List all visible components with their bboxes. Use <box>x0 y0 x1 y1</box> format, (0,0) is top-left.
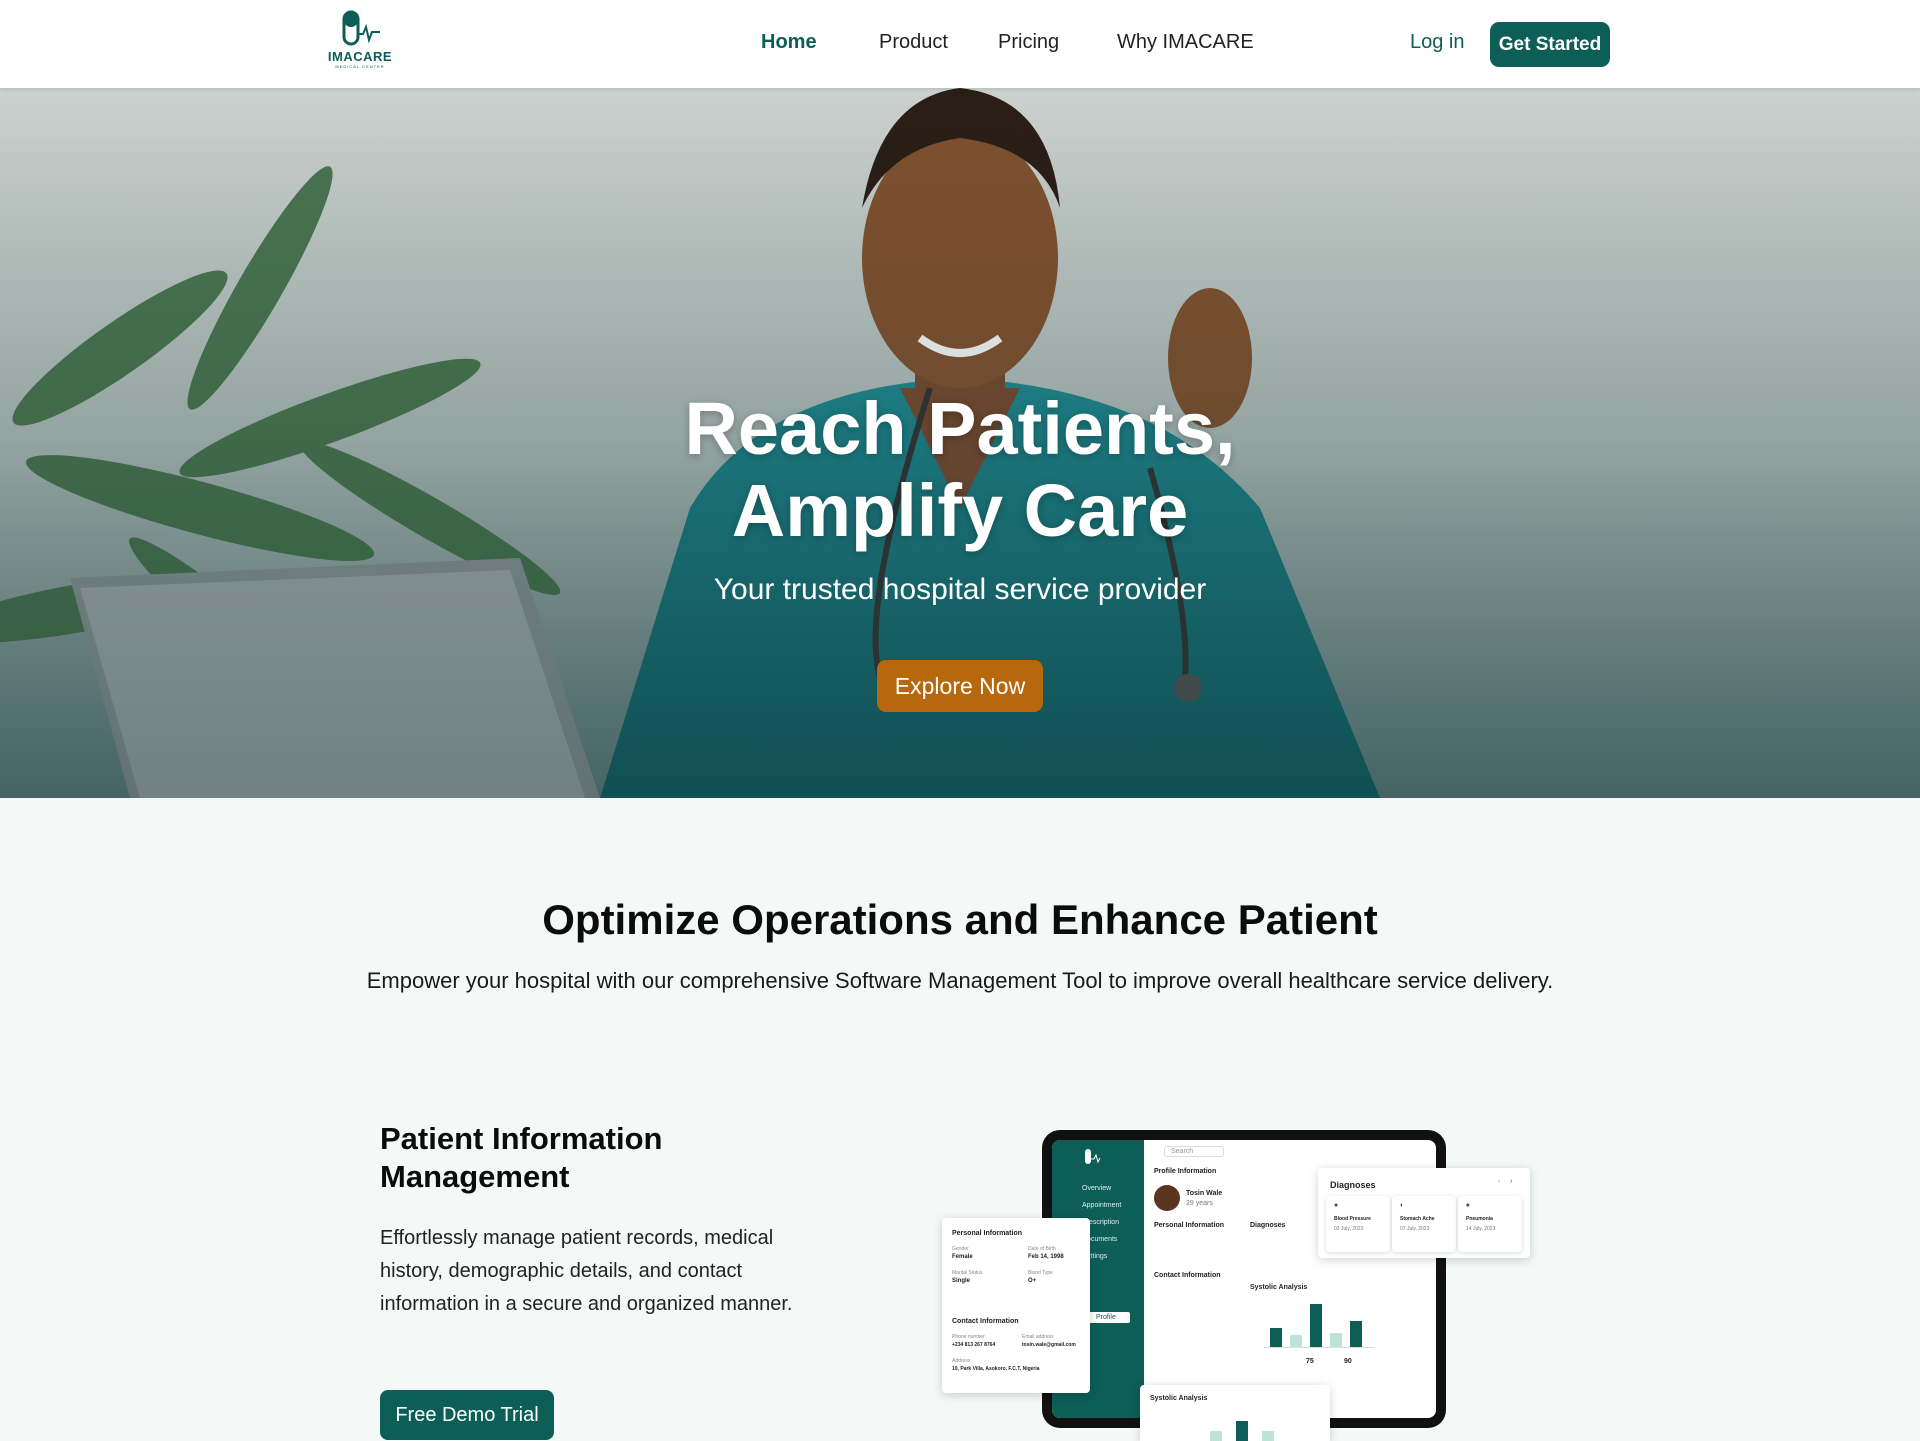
mockup-search: Search <box>1164 1146 1225 1157</box>
marital-value: Single <box>952 1278 971 1284</box>
phone-value: +234 813 267 8764 <box>952 1342 996 1348</box>
marital-label: Marital Status <box>952 1270 983 1276</box>
mockup-contact-heading-inner: Contact Information <box>1154 1272 1221 1279</box>
address-value: 10, Park Villa, Asokoro, F.C.T, Nigeria <box>952 1366 1040 1372</box>
personal-info-heading: Personal Information <box>952 1230 1023 1237</box>
nav-why-imacare[interactable]: Why IMACARE <box>1117 31 1254 54</box>
mockup-stat-1: 75 <box>1306 1358 1314 1365</box>
capsule-heartbeat-icon <box>1085 1149 1101 1164</box>
mockup-bar-chart <box>1264 1298 1374 1348</box>
section-subtitle: Empower your hospital with our comprehen… <box>366 968 1554 993</box>
top-navbar: IMACARE MEDICAL CENTER Home Product Pric… <box>0 0 1920 88</box>
mockup-bar <box>1330 1332 1342 1347</box>
mockup-patient-name: Tosin Wale <box>1186 1190 1223 1197</box>
gender-value: Female <box>952 1254 973 1260</box>
free-demo-trial-button[interactable]: Free Demo Trial <box>380 1390 554 1440</box>
diagnosis-date: 03 July, 2023 <box>1334 1226 1364 1232</box>
systolic-bar <box>1210 1431 1222 1441</box>
mockup-stat-2: 90 <box>1344 1358 1352 1365</box>
blood-label: Blood Type <box>1028 1270 1053 1276</box>
mockup-diagnoses-label-inner: Diagnoses <box>1250 1222 1286 1229</box>
mockup-nav-overview: Overview <box>1082 1185 1112 1192</box>
systolic-analysis-card: Systolic Analysis <box>1140 1385 1330 1441</box>
stomach-icon: ◐ <box>1400 1202 1405 1209</box>
chevron-right-icon[interactable]: › <box>1510 1178 1512 1185</box>
login-link[interactable]: Log in <box>1410 31 1465 54</box>
email-label: Email address <box>1022 1334 1054 1340</box>
mockup-bar <box>1290 1335 1302 1347</box>
mockup-systolic-heading-inner: Systolic Analysis <box>1250 1284 1308 1291</box>
blood-value: O+ <box>1028 1278 1037 1284</box>
feature-title: Patient Information Management <box>380 1121 663 1194</box>
nav-pricing[interactable]: Pricing <box>998 31 1059 54</box>
email-value: tosin.wale@gmail.com <box>1022 1342 1076 1348</box>
hero-banner: Reach Patients, Amplify Care Your truste… <box>0 88 1920 798</box>
nav-home[interactable]: Home <box>761 31 817 54</box>
hero-subtitle: Your trusted hospital service provider <box>713 573 1207 606</box>
hero-title: Reach Patients, Amplify Care <box>0 388 1920 552</box>
diagnosis-item: ● Blood Pressure 03 July, 2023 <box>1326 1196 1390 1252</box>
lungs-icon: ♠ <box>1466 1202 1470 1209</box>
avatar <box>1154 1185 1180 1211</box>
dob-label: Date of Birth <box>1028 1246 1056 1252</box>
diagnosis-name: Blood Pressure <box>1334 1216 1371 1222</box>
diagnosis-item: ♠ Pneumonia 14 July, 2023 <box>1458 1196 1522 1252</box>
address-label: Address <box>952 1358 971 1364</box>
diagnosis-name: Stomach Ache <box>1400 1216 1435 1222</box>
diagnosis-name: Pneumonia <box>1466 1216 1493 1222</box>
diagnoses-heading: Diagnoses <box>1330 1180 1376 1190</box>
main-nav: Home Product Pricing Why IMACARE <box>0 31 1920 57</box>
diagnosis-date: 14 July, 2023 <box>1466 1226 1496 1232</box>
phone-label: Phone number <box>952 1334 985 1340</box>
dob-value: Feb 14, 1998 <box>1028 1254 1064 1260</box>
blood-drop-icon: ● <box>1334 1202 1339 1209</box>
mockup-bar <box>1270 1327 1282 1347</box>
systolic-bar <box>1236 1421 1248 1441</box>
chevron-left-icon[interactable]: ‹ <box>1498 1178 1500 1185</box>
mockup-personal-heading-inner: Personal Information <box>1154 1222 1225 1229</box>
explore-now-button[interactable]: Explore Now <box>877 660 1043 712</box>
feature-description: Effortlessly manage patient records, med… <box>380 1227 793 1315</box>
personal-info-card: Personal Information Gender Female Date … <box>942 1218 1090 1393</box>
contact-info-heading: Contact Information <box>952 1318 1019 1325</box>
brand-tagline: MEDICAL CENTER <box>335 64 385 69</box>
mockup-patient-age: 29 years <box>1186 1200 1213 1207</box>
get-started-button[interactable]: Get Started <box>1490 22 1610 67</box>
mockup-nav-appointment: Appointment <box>1082 1202 1122 1209</box>
section-title: Optimize Operations and Enhance Patient <box>542 896 1378 943</box>
systolic-heading: Systolic Analysis <box>1150 1395 1208 1402</box>
mockup-bar <box>1350 1320 1362 1347</box>
mockup-bar <box>1310 1303 1322 1347</box>
diagnosis-date: 07 July, 2023 <box>1400 1226 1430 1232</box>
nav-product[interactable]: Product <box>879 31 948 54</box>
mockup-profile-heading: Profile Information <box>1154 1168 1217 1175</box>
hero-title-line-2: Amplify Care <box>731 469 1189 552</box>
hero-title-line-1: Reach Patients, <box>684 387 1236 470</box>
diagnosis-item: ◐ Stomach Ache 07 July, 2023 <box>1392 1196 1456 1252</box>
diagnoses-card: Diagnoses ‹ › ● Blood Pressure 03 July, … <box>1318 1168 1530 1258</box>
systolic-bar <box>1262 1431 1274 1441</box>
gender-label: Gender <box>952 1246 969 1252</box>
